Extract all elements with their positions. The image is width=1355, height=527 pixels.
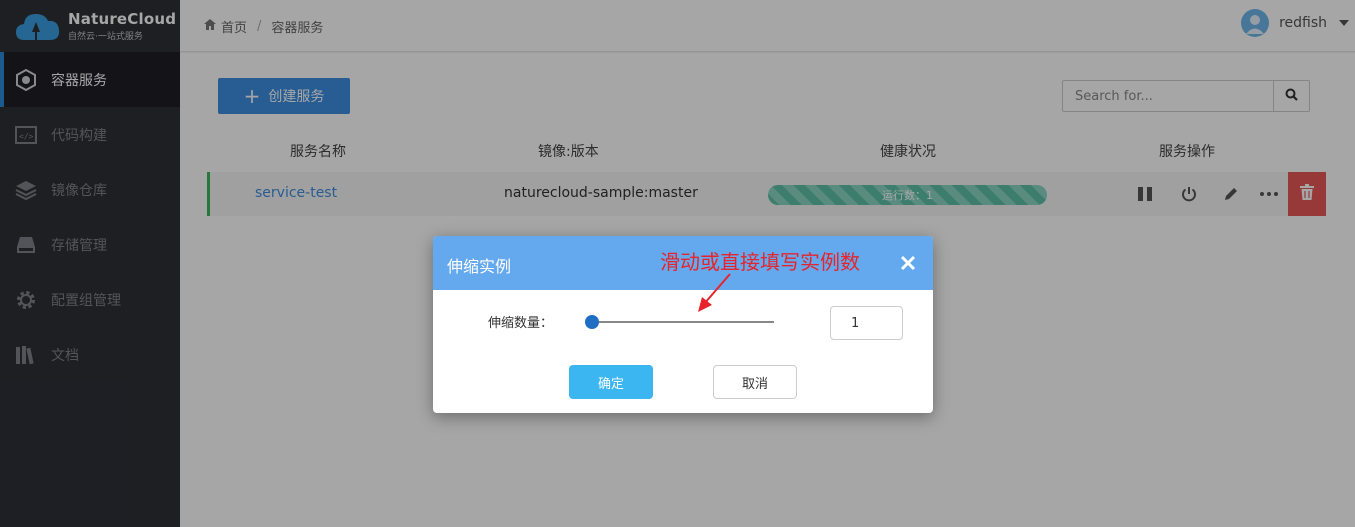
close-icon[interactable] bbox=[897, 252, 919, 274]
scale-count-input[interactable] bbox=[830, 306, 903, 340]
cancel-button[interactable]: 取消 bbox=[713, 365, 797, 399]
dialog-header: 伸缩实例 滑动或直接填写实例数 bbox=[433, 236, 933, 290]
scale-instances-dialog: 伸缩实例 滑动或直接填写实例数 伸缩数量： 确定 取消 bbox=[433, 236, 933, 413]
scale-slider-handle[interactable] bbox=[585, 315, 599, 329]
dialog-title: 伸缩实例 bbox=[447, 257, 512, 276]
scale-count-label: 伸缩数量： bbox=[488, 316, 554, 331]
scale-slider-track[interactable] bbox=[592, 321, 774, 323]
annotation-arrow-icon bbox=[698, 273, 731, 312]
confirm-button[interactable]: 确定 bbox=[569, 365, 653, 399]
